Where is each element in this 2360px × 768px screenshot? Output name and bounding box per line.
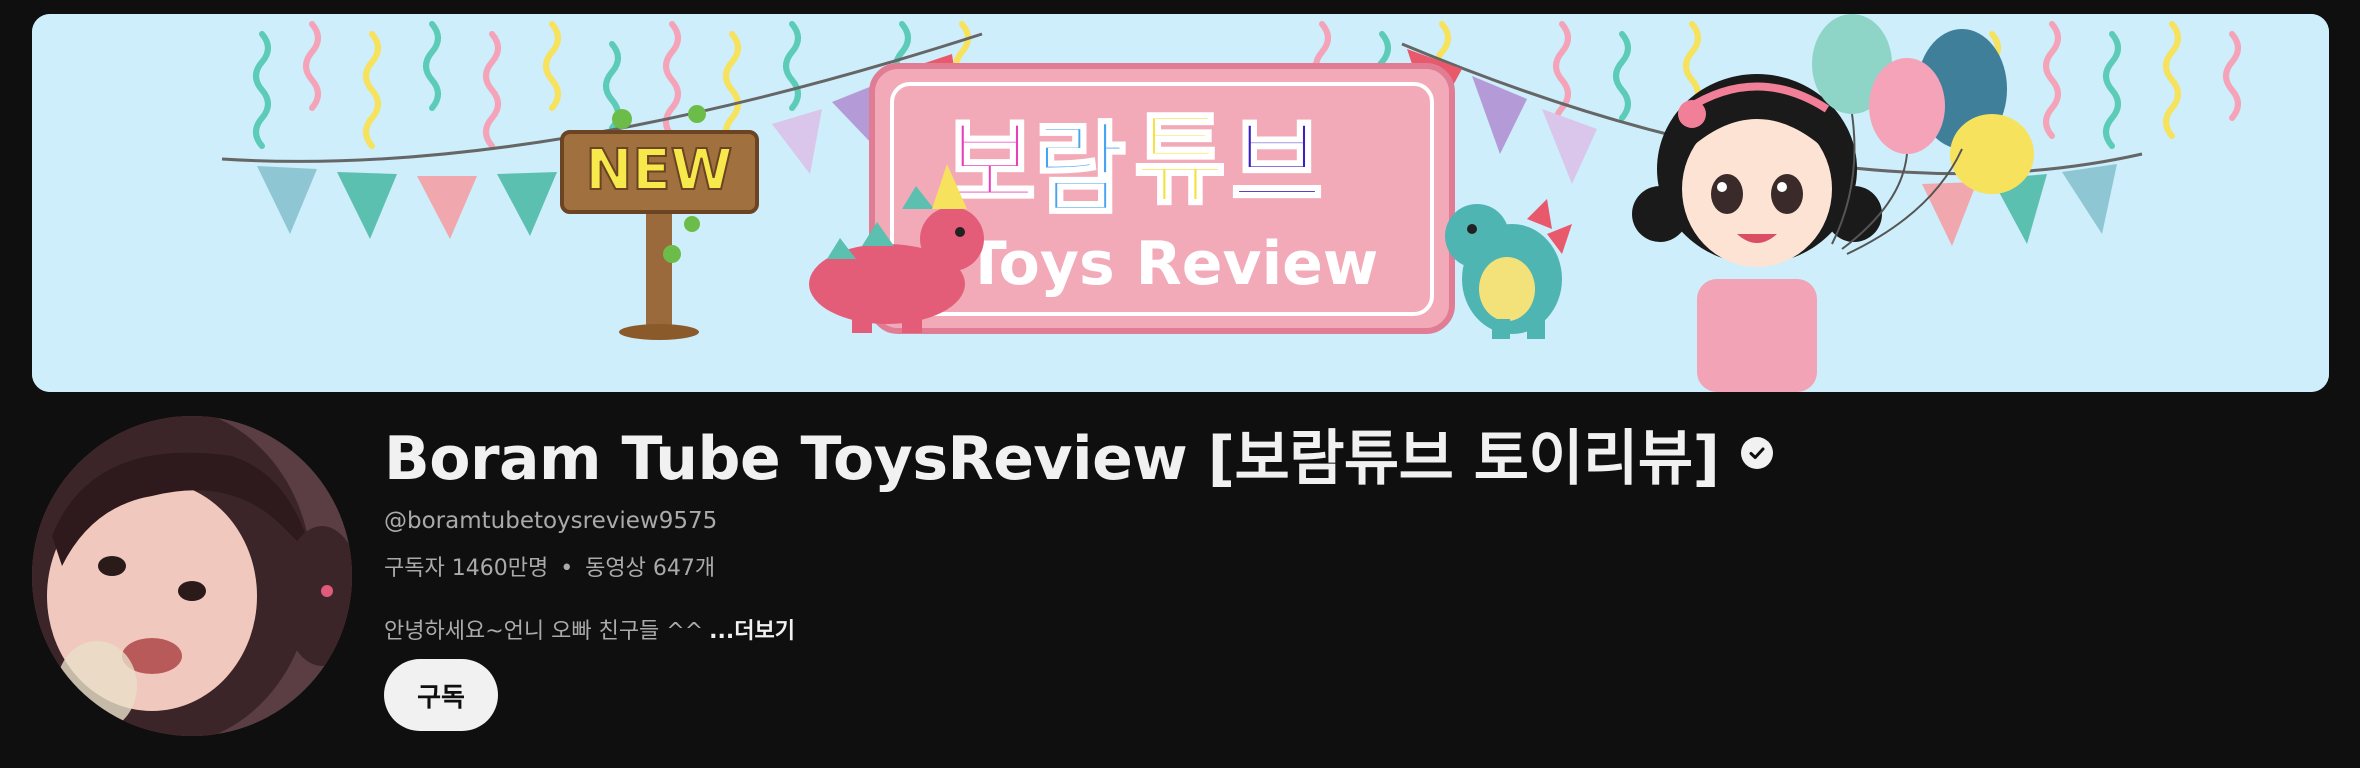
channel-info: Boram Tube ToysReview [보람튜브 토이리뷰] @boram… — [384, 408, 1774, 645]
avatar-photo — [32, 416, 352, 736]
channel-title-row: Boram Tube ToysReview [보람튜브 토이리뷰] — [384, 408, 1774, 498]
logo-char-4: 브 — [1231, 106, 1323, 223]
video-count: 동영상 647개 — [585, 556, 716, 581]
channel-page: NEW 보 람 튜 브 Toys Review Boram Tube ToysR… — [0, 0, 2360, 768]
logo-char-3: 튜 — [1134, 101, 1226, 218]
logo-char-2: 람 — [1034, 111, 1126, 228]
description-text: 안녕하세요~언니 오빠 친구들 ^^ — [384, 619, 704, 644]
subscribe-button[interactable]: 구독 — [384, 659, 498, 731]
channel-banner: NEW 보 람 튜 브 Toys Review — [32, 14, 2329, 392]
channel-handle: @boramtubetoysreview9575 — [384, 508, 718, 534]
logo-subtitle: Toys Review — [966, 229, 1379, 299]
channel-description[interactable]: 안녕하세요~언니 오빠 친구들 ^^ ...더보기 — [384, 613, 1773, 645]
verified-badge-icon — [1741, 437, 1774, 469]
subscriber-count: 구독자 1460만명 — [384, 556, 549, 581]
stats-separator: • — [560, 556, 574, 581]
channel-stats: 구독자 1460만명 • 동영상 647개 — [384, 550, 1773, 582]
more-link[interactable]: ...더보기 — [709, 619, 795, 644]
channel-avatar[interactable] — [32, 416, 352, 736]
new-sign-label: NEW — [586, 138, 733, 203]
channel-name: Boram Tube ToysReview [보람튜브 토이리뷰] — [384, 423, 1720, 494]
banner-artwork: NEW 보 람 튜 브 Toys Review — [32, 14, 2329, 392]
